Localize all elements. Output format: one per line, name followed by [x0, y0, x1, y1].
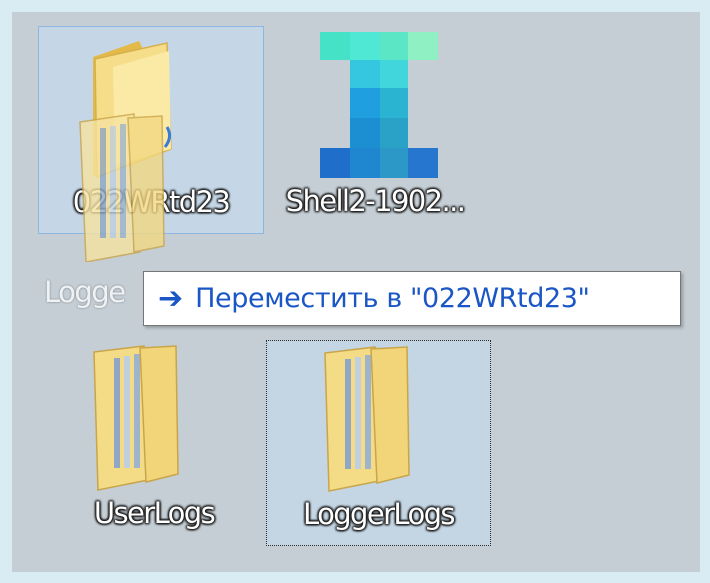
item-label: UserLogs [93, 496, 216, 530]
app-pixel-icon [320, 32, 438, 178]
folder-icon [324, 346, 410, 492]
item-label: Shell2-1902... [285, 184, 466, 218]
desktop-item-loggerlogs[interactable]: LoggerLogs [266, 340, 491, 546]
desktop-item-userlogs[interactable]: UserLogs [66, 340, 242, 546]
move-tooltip: ➔ Переместить в "022WRtd23" [143, 271, 681, 326]
move-arrow-icon: ➔ [158, 280, 184, 316]
dragged-folder-icon [79, 113, 165, 262]
tooltip-text: Переместить в "022WRtd23" [195, 283, 590, 314]
desktop-item-shell2[interactable]: Shell2-1902... [268, 26, 482, 234]
folder-icon [93, 345, 179, 491]
item-label: LoggerLogs [303, 497, 455, 531]
drag-ghost-label: Logge [44, 275, 126, 309]
